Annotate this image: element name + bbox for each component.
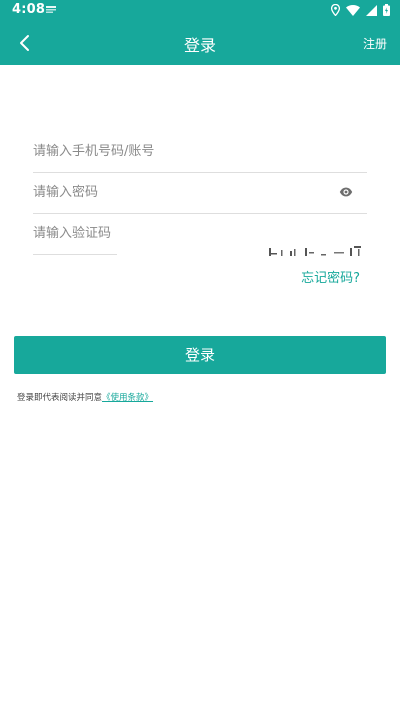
page-title: 登录 — [183, 36, 216, 55]
register-button[interactable]: 注册 — [363, 35, 387, 52]
location-icon — [331, 4, 340, 16]
terms-link[interactable]: 《使用条款》 — [102, 393, 153, 403]
phone-field — [33, 132, 367, 173]
captcha-image[interactable] — [268, 246, 368, 256]
status-icons — [331, 3, 390, 17]
password-input[interactable] — [33, 173, 313, 211]
terms-prefix: 登录即代表阅读并同意 — [17, 393, 103, 403]
signal-icon — [366, 4, 377, 16]
wifi-icon — [346, 4, 360, 16]
battery-icon — [383, 4, 390, 16]
status-time: 4:08 — [12, 2, 46, 17]
eye-icon[interactable] — [339, 186, 353, 198]
notification-icon — [46, 6, 56, 13]
forgot-password-link[interactable]: 忘记密码? — [301, 267, 360, 286]
verification-code-field — [33, 214, 117, 255]
password-field — [33, 173, 367, 214]
app-bar: 登录 注册 — [0, 20, 400, 65]
status-bar: 4:08 — [0, 0, 400, 20]
terms-notice: 登录即代表阅读并同意《使用条款》 — [17, 391, 153, 403]
login-button[interactable]: 登录 — [14, 336, 386, 374]
verification-code-input[interactable] — [33, 214, 117, 252]
phone-input[interactable] — [33, 132, 313, 170]
login-screen: 4:08 登录 注册 请输入手机号码/账号 请输入验证码 忘记密码? 登录 登录… — [0, 0, 400, 711]
